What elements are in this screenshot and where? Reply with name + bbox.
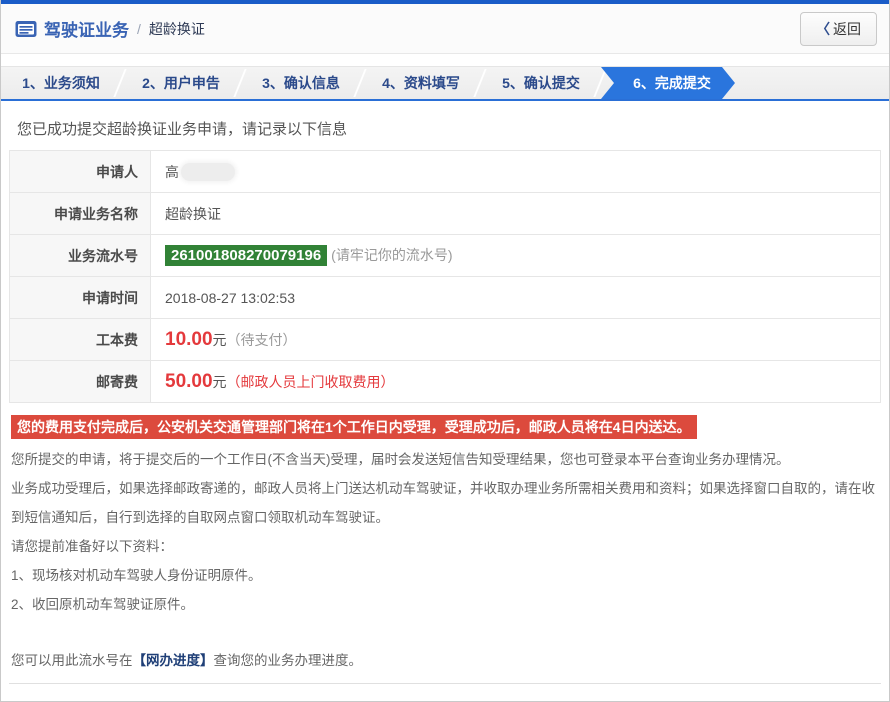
- progress-link[interactable]: 【网办进度】: [133, 653, 214, 668]
- progress-note-suffix: 查询您的业务办理进度。: [214, 653, 363, 668]
- value-part: 50.00: [165, 371, 213, 392]
- row-label: 工本费: [10, 319, 151, 361]
- main-content: 您已成功提交超龄换证业务申请，请记录以下信息 申请人高申请业务名称超龄换证业务流…: [1, 118, 889, 702]
- step-tab-6[interactable]: 6、完成提交: [601, 67, 735, 99]
- serial-number-badge: 261001808270079196: [165, 245, 327, 266]
- step-tab-4[interactable]: 4、资料填写: [361, 67, 481, 99]
- back-button[interactable]: 〈 返回: [800, 12, 877, 46]
- chevron-left-icon: 〈: [816, 19, 830, 39]
- instruction-paragraph: 您所提交的申请，将于提交后的一个工作日(不含当天)受理，届时会发送短信告知受理结…: [11, 445, 879, 474]
- breadcrumb-separator: /: [137, 21, 141, 37]
- back-button-label: 返回: [833, 19, 861, 39]
- table-row: 工本费10.00元（待支付）: [10, 319, 881, 361]
- warning-banner: 您的费用支付完成后，公安机关交通管理部门将在1个工作日内受理，受理成功后，邮政人…: [11, 415, 697, 439]
- action-bar: ¥继续支付¥取消支付返回: [9, 684, 881, 702]
- page: 驾驶证业务 / 超龄换证 〈 返回 1、业务须知2、用户申告3、确认信息4、资料…: [0, 0, 890, 702]
- page-subtitle: 超龄换证: [149, 19, 205, 39]
- info-table-body: 申请人高申请业务名称超龄换证业务流水号261001808270079196(请牢…: [10, 151, 881, 403]
- table-row: 邮寄费50.00元（邮政人员上门收取费用）: [10, 361, 881, 403]
- value-part: 元: [213, 332, 227, 348]
- progress-note: 您可以用此流水号在【网办进度】查询您的业务办理进度。: [11, 649, 879, 669]
- table-row: 申请业务名称超龄换证: [10, 193, 881, 235]
- instructions-section: 您的费用支付完成后，公安机关交通管理部门将在1个工作日内受理，受理成功后，邮政人…: [9, 403, 881, 684]
- step-tab-3[interactable]: 3、确认信息: [241, 67, 361, 99]
- license-service-icon: [15, 20, 37, 38]
- instruction-paragraph: 业务成功受理后，如果选择邮政寄递的，邮政人员将上门送达机动车驾驶证，并收取办理业…: [11, 474, 879, 532]
- row-label: 业务流水号: [10, 235, 151, 277]
- value-part: (请牢记你的流水号): [331, 247, 452, 263]
- row-value: 2018-08-27 13:02:53: [151, 277, 881, 319]
- page-title: 驾驶证业务: [44, 16, 129, 41]
- table-row: 业务流水号261001808270079196(请牢记你的流水号): [10, 235, 881, 277]
- step-tab-2[interactable]: 2、用户申告: [121, 67, 241, 99]
- row-value: 高: [151, 151, 881, 193]
- value-part: （待支付）: [227, 332, 297, 348]
- row-label: 申请业务名称: [10, 193, 151, 235]
- instruction-paragraph: 请您提前准备好以下资料：: [11, 532, 879, 561]
- row-label: 邮寄费: [10, 361, 151, 403]
- redacted-name: [181, 163, 235, 181]
- step-tab-5[interactable]: 5、确认提交: [481, 67, 601, 99]
- row-value: 261001808270079196(请牢记你的流水号): [151, 235, 881, 277]
- instruction-paragraph: 1、现场核对机动车驾驶人身份证明原件。: [11, 561, 879, 590]
- row-value: 超龄换证: [151, 193, 881, 235]
- header: 驾驶证业务 / 超龄换证 〈 返回: [1, 4, 889, 54]
- success-message: 您已成功提交超龄换证业务申请，请记录以下信息: [17, 118, 873, 139]
- value-part: 10.00: [165, 329, 213, 350]
- table-row: 申请时间 2018-08-27 13:02:53: [10, 277, 881, 319]
- row-label: 申请时间: [10, 277, 151, 319]
- value-part: 高: [165, 164, 179, 180]
- row-value: 50.00元（邮政人员上门收取费用）: [151, 361, 881, 403]
- steps-bar: 1、业务须知2、用户申告3、确认信息4、资料填写5、确认提交6、完成提交: [1, 66, 889, 101]
- instruction-paragraphs: 您所提交的申请，将于提交后的一个工作日(不含当天)受理，届时会发送短信告知受理结…: [11, 445, 879, 619]
- value-part: （邮政人员上门收取费用）: [227, 374, 395, 390]
- value-part: 元: [213, 374, 227, 390]
- progress-note-prefix: 您可以用此流水号在: [11, 653, 133, 668]
- table-row: 申请人高: [10, 151, 881, 193]
- row-label: 申请人: [10, 151, 151, 193]
- value-part: 超龄换证: [165, 206, 221, 222]
- breadcrumb: 驾驶证业务 / 超龄换证: [15, 16, 800, 41]
- instruction-paragraph: 2、收回原机动车驾驶证原件。: [11, 590, 879, 619]
- value-part: 2018-08-27 13:02:53: [165, 290, 295, 306]
- step-tab-1[interactable]: 1、业务须知: [1, 67, 121, 99]
- row-value: 10.00元（待支付）: [151, 319, 881, 361]
- info-table: 申请人高申请业务名称超龄换证业务流水号261001808270079196(请牢…: [9, 150, 881, 403]
